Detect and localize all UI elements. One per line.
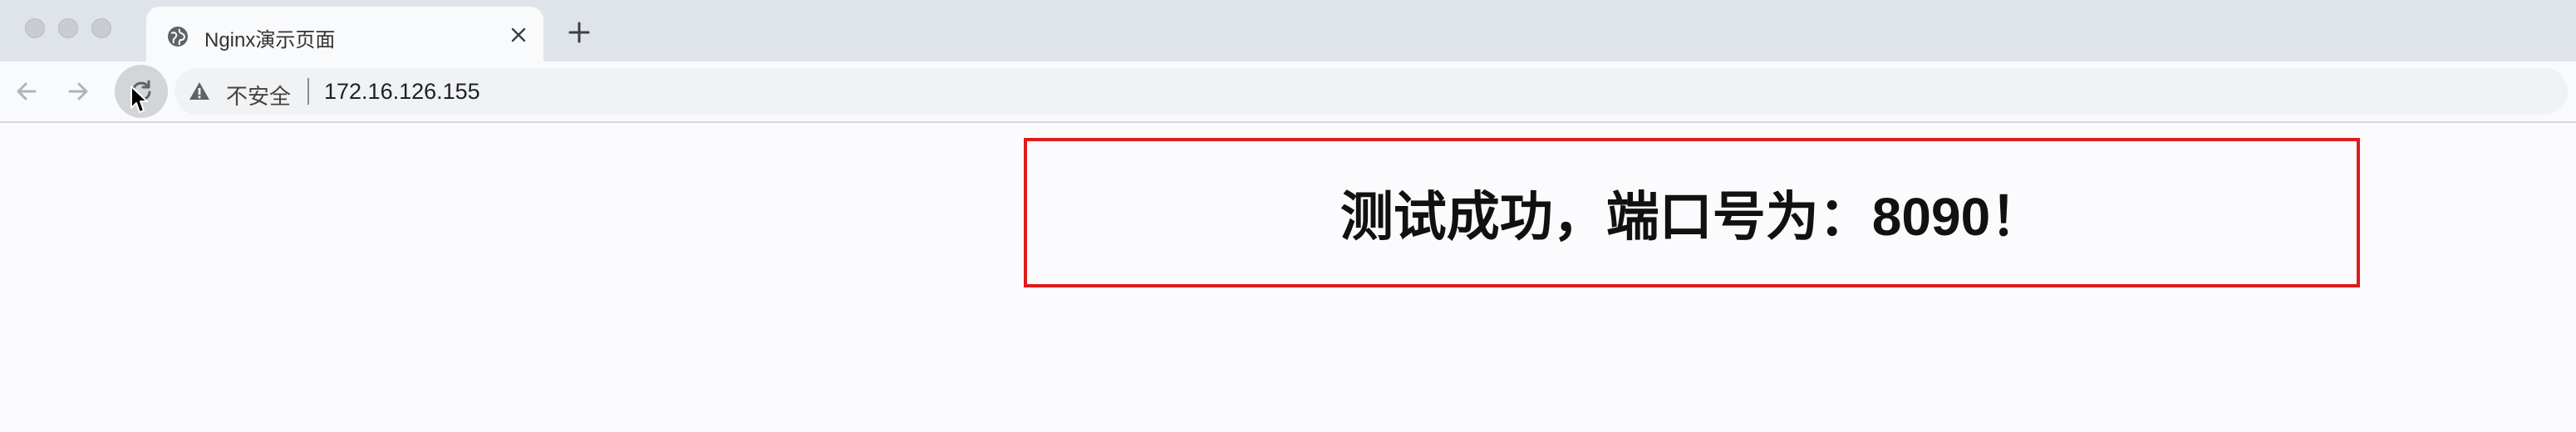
window-minimize-button[interactable] [58, 18, 78, 38]
globe-icon [168, 27, 188, 47]
address-bar[interactable]: 不安全 172.16.126.155 [175, 68, 2568, 115]
close-icon[interactable] [505, 22, 532, 48]
plus-icon[interactable] [565, 18, 593, 47]
tab-strip: Nginx演示页面 [0, 0, 2576, 61]
browser-window: Nginx演示页面 不安全 172.16.126.155 测试成功，端口号为：8… [0, 0, 2576, 432]
forward-arrow-icon[interactable] [60, 73, 96, 110]
url-text[interactable]: 172.16.126.155 [324, 79, 480, 105]
message-box: 测试成功，端口号为：8090！ [1024, 138, 2360, 287]
success-message: 测试成功，端口号为：8090！ [1340, 187, 2044, 247]
browser-toolbar: 不安全 172.16.126.155 [0, 61, 2576, 123]
back-arrow-icon[interactable] [8, 73, 45, 110]
tab-active[interactable]: Nginx演示页面 [146, 7, 543, 61]
tab-title: Nginx演示页面 [204, 29, 336, 52]
page-content: 测试成功，端口号为：8090！ [0, 123, 2576, 432]
security-label[interactable]: 不安全 [226, 80, 291, 110]
window-maximize-button[interactable] [91, 18, 111, 38]
warning-icon[interactable] [188, 80, 211, 103]
window-close-button[interactable] [25, 18, 45, 38]
mouse-cursor-icon [130, 86, 148, 113]
address-separator [307, 78, 309, 105]
